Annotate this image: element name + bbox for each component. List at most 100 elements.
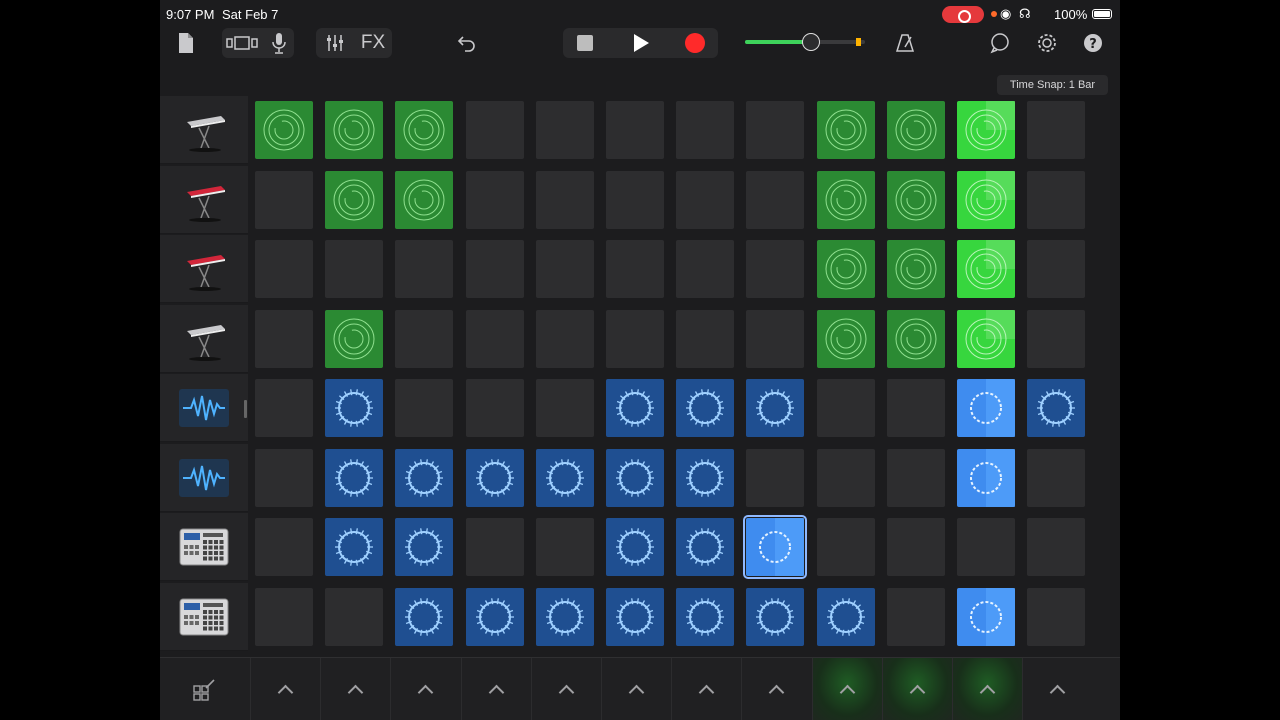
time-snap-button[interactable]: Time Snap: 1 Bar	[997, 75, 1108, 95]
empty-cell-r3-c5[interactable]	[535, 240, 594, 298]
loop-cell-r5-c11[interactable]	[957, 379, 1015, 437]
loop-cell-r6-c2[interactable]	[325, 448, 384, 507]
empty-cell-r1-c5[interactable]	[535, 101, 594, 159]
track-header-4[interactable]	[160, 304, 248, 373]
loop-cell-r3-c10[interactable]	[886, 240, 945, 298]
empty-cell-r1-c12[interactable]	[1027, 101, 1086, 159]
empty-cell-r4-c8[interactable]	[746, 309, 805, 368]
loop-cell-r7-c8[interactable]	[743, 515, 808, 579]
track-header-8[interactable]	[160, 582, 248, 651]
empty-cell-r3-c3[interactable]	[395, 240, 454, 298]
document-icon[interactable]	[174, 28, 198, 58]
stop-button[interactable]	[570, 28, 600, 58]
empty-cell-r5-c9[interactable]	[816, 379, 875, 437]
column-trigger-1[interactable]	[250, 658, 320, 720]
loop-cell-r8-c5[interactable]	[535, 587, 594, 646]
column-trigger-12[interactable]	[1022, 658, 1092, 720]
loop-cell-r5-c12[interactable]	[1027, 379, 1086, 437]
column-trigger-4[interactable]	[460, 658, 531, 720]
empty-cell-r1-c4[interactable]	[465, 101, 524, 159]
loop-cell-r1-c10[interactable]	[886, 101, 945, 159]
empty-cell-r5-c1[interactable]	[255, 379, 313, 437]
empty-cell-r1-c6[interactable]	[606, 101, 664, 159]
loop-cell-r6-c7[interactable]	[676, 448, 735, 507]
empty-cell-r4-c3[interactable]	[395, 309, 454, 368]
empty-cell-r8-c10[interactable]	[886, 587, 945, 646]
empty-cell-r7-c9[interactable]	[816, 518, 875, 576]
column-trigger-10[interactable]	[881, 658, 952, 720]
loop-cell-r2-c3[interactable]	[395, 170, 454, 229]
mixer-icon[interactable]	[322, 28, 348, 58]
loop-cell-r1-c11[interactable]	[957, 101, 1015, 159]
empty-cell-r3-c1[interactable]	[255, 240, 313, 298]
loop-cell-r5-c7[interactable]	[676, 379, 735, 437]
loop-cell-r1-c9[interactable]	[816, 101, 875, 159]
empty-cell-r8-c1[interactable]	[255, 587, 313, 646]
metronome-icon[interactable]	[892, 28, 918, 58]
column-trigger-3[interactable]	[390, 658, 460, 720]
loop-browser-icon[interactable]	[987, 28, 1013, 58]
loop-cell-r6-c4[interactable]	[465, 448, 524, 507]
loop-cell-r5-c6[interactable]	[606, 379, 664, 437]
loop-cell-r8-c9[interactable]	[816, 587, 875, 646]
column-trigger-2[interactable]	[320, 658, 390, 720]
empty-cell-r7-c11[interactable]	[957, 518, 1015, 576]
loop-cell-r7-c7[interactable]	[676, 518, 735, 576]
loop-cell-r5-c8[interactable]	[746, 379, 805, 437]
empty-cell-r4-c6[interactable]	[606, 309, 664, 368]
fx-button[interactable]: FX	[358, 28, 388, 58]
resize-handle[interactable]	[244, 400, 247, 418]
loop-cell-r8-c8[interactable]	[746, 587, 805, 646]
empty-cell-r4-c1[interactable]	[255, 309, 313, 368]
column-trigger-7[interactable]	[671, 658, 741, 720]
loop-cell-r7-c3[interactable]	[395, 518, 454, 576]
empty-cell-r1-c8[interactable]	[746, 101, 805, 159]
loop-cell-r4-c2[interactable]	[325, 309, 384, 368]
microphone-icon[interactable]	[266, 28, 292, 58]
empty-cell-r7-c10[interactable]	[886, 518, 945, 576]
loop-cell-r2-c2[interactable]	[325, 170, 384, 229]
track-header-7[interactable]	[160, 513, 248, 581]
loop-cell-r7-c6[interactable]	[606, 518, 664, 576]
record-button[interactable]	[680, 28, 710, 58]
loop-cell-r6-c11[interactable]	[957, 448, 1015, 507]
loop-cell-r8-c11[interactable]	[957, 587, 1015, 646]
undo-icon[interactable]	[454, 28, 480, 58]
empty-cell-r4-c4[interactable]	[465, 309, 524, 368]
column-trigger-6[interactable]	[601, 658, 671, 720]
empty-cell-r5-c5[interactable]	[535, 379, 594, 437]
empty-cell-r6-c10[interactable]	[886, 448, 945, 507]
loop-cell-r8-c6[interactable]	[606, 587, 664, 646]
empty-cell-r6-c1[interactable]	[255, 448, 313, 507]
loop-cell-r1-c3[interactable]	[395, 101, 454, 159]
loop-cell-r2-c11[interactable]	[957, 170, 1015, 229]
view-toggle-icon[interactable]	[224, 28, 260, 58]
track-header-6[interactable]	[160, 443, 248, 512]
settings-icon[interactable]	[1034, 28, 1060, 58]
empty-cell-r2-c5[interactable]	[535, 170, 594, 229]
empty-cell-r3-c8[interactable]	[746, 240, 805, 298]
empty-cell-r3-c7[interactable]	[676, 240, 735, 298]
empty-cell-r7-c5[interactable]	[535, 518, 594, 576]
loop-cell-r8-c4[interactable]	[465, 587, 524, 646]
column-trigger-8[interactable]	[741, 658, 811, 720]
empty-cell-r3-c6[interactable]	[606, 240, 664, 298]
column-trigger-9[interactable]	[811, 658, 882, 720]
loop-cell-r2-c9[interactable]	[816, 170, 875, 229]
empty-cell-r5-c10[interactable]	[886, 379, 945, 437]
loop-cell-r1-c1[interactable]	[255, 101, 313, 159]
loop-cell-r7-c2[interactable]	[325, 518, 384, 576]
loop-cell-r3-c9[interactable]	[816, 240, 875, 298]
volume-knob[interactable]	[802, 33, 820, 51]
edit-grid-button[interactable]	[160, 658, 248, 720]
column-trigger-11[interactable]	[952, 658, 1022, 720]
track-header-1[interactable]	[160, 96, 248, 164]
empty-cell-r2-c8[interactable]	[746, 170, 805, 229]
loop-cell-r4-c11[interactable]	[957, 309, 1015, 368]
track-header-2[interactable]	[160, 165, 248, 234]
empty-cell-r7-c4[interactable]	[465, 518, 524, 576]
empty-cell-r6-c8[interactable]	[746, 448, 805, 507]
loop-cell-r4-c10[interactable]	[886, 309, 945, 368]
loop-cell-r6-c5[interactable]	[535, 448, 594, 507]
help-icon[interactable]: ?	[1080, 28, 1106, 58]
